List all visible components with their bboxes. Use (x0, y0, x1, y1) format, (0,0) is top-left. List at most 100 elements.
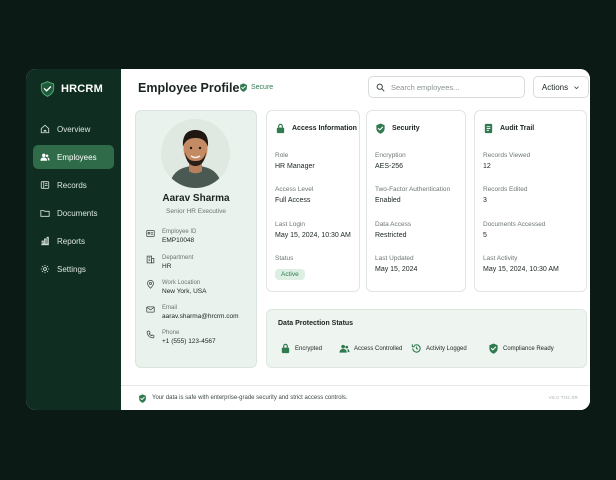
field-label: Records Viewed (483, 152, 531, 159)
page-title: Employee Profile (138, 81, 240, 95)
sidebar-item-records[interactable]: Records (33, 173, 114, 197)
main-content: Employee Profile Secure Actions (121, 69, 590, 410)
sidebar-item-label: Settings (57, 264, 86, 274)
shield-check-icon (489, 343, 498, 354)
detail-value: New York, USA (162, 288, 207, 295)
field-label: Two-Factor Authentication (375, 186, 451, 193)
field-last-login: Last Login May 15, 2024, 10:30 AM (275, 220, 351, 241)
shield-check-icon (376, 123, 385, 134)
card-header: Audit Trail (483, 123, 534, 134)
field-label: Access Level (275, 186, 314, 193)
field-label: Last Updated (375, 255, 414, 262)
field-two-factor: Two-Factor Authentication Enabled (375, 185, 450, 206)
field-records-viewed: Records Viewed 12 (483, 151, 530, 172)
location-pin-icon (147, 280, 154, 289)
secure-label: Secure (251, 84, 274, 91)
home-icon (40, 124, 50, 134)
building-icon (146, 255, 155, 264)
field-label: Last Login (275, 221, 305, 228)
sidebar-item-label: Documents (57, 208, 98, 218)
app-window: HRCRM Overview Employees Records Documen… (26, 69, 590, 410)
field-value: AES-256 (375, 163, 404, 170)
avatar (161, 119, 230, 188)
sidebar-item-employees[interactable]: Employees (33, 145, 114, 169)
detail-value: EMP10048 (162, 237, 195, 244)
field-value: 5 (483, 232, 487, 239)
sidebar-item-reports[interactable]: Reports (33, 229, 114, 253)
field-encryption: Encryption AES-256 (375, 151, 406, 172)
lock-icon (281, 343, 290, 354)
detail-phone: Phone +1 (555) 123-4567 (146, 329, 216, 346)
shield-check-icon (240, 83, 247, 92)
field-last-updated: Last Updated May 15, 2024 (375, 254, 417, 275)
brand: HRCRM (26, 81, 121, 97)
field-value: May 15, 2024, 10:30 AM (275, 232, 351, 239)
shield-check-icon (40, 81, 55, 97)
protection-item-activity-logged: Activity Logged (411, 343, 467, 354)
footer: Your data is safe with enterprise-grade … (121, 385, 590, 410)
detail-department: Department HR (146, 254, 193, 271)
field-access-level: Access Level Full Access (275, 185, 313, 206)
sidebar-item-label: Records (57, 180, 87, 190)
audit-trail-card: Audit Trail Records Viewed 12 Records Edi… (474, 110, 587, 292)
detail-value[interactable]: aarav.sharma@hrcrm.com (162, 312, 239, 321)
status-badge: Active (275, 269, 305, 280)
version-label: V6.0 TH2.0R (548, 395, 578, 400)
search-box[interactable] (368, 76, 525, 98)
sidebar-item-label: Employees (57, 152, 97, 162)
detail-label: Work Location (162, 280, 201, 286)
users-icon (339, 344, 350, 353)
chevron-down-icon (574, 85, 579, 89)
sidebar-item-settings[interactable]: Settings (33, 257, 114, 281)
field-records-edited: Records Edited 3 (483, 185, 527, 206)
sidebar-item-label: Overview (57, 124, 91, 134)
detail-email: Email aarav.sharma@hrcrm.com (146, 304, 239, 321)
access-information-card: Access Information Role HR Manager Access… (266, 110, 360, 292)
card-title: Access Information (292, 125, 357, 132)
field-status: Status Active (275, 254, 305, 281)
detail-label: Email (162, 305, 178, 311)
protection-item-compliance-ready: Compliance Ready (488, 343, 554, 354)
actions-button[interactable]: Actions (533, 76, 589, 98)
field-value: Full Access (275, 197, 311, 204)
profile-card: Aarav Sharma Senior HR Executive Employe… (135, 110, 257, 368)
field-label: Last Activity (483, 255, 518, 262)
card-header: Access Information (275, 123, 357, 134)
card-header: Security (375, 123, 420, 134)
document-list-icon (484, 123, 493, 134)
field-label: Records Edited (483, 186, 528, 193)
protection-label: Activity Logged (426, 345, 467, 352)
protection-label: Encrypted (295, 345, 323, 352)
search-input[interactable] (391, 82, 511, 92)
field-value: 12 (483, 163, 491, 170)
footer-text: Your data is safe with enterprise-grade … (152, 395, 348, 401)
sidebar-item-label: Reports (57, 236, 86, 246)
card-title: Security (392, 125, 420, 132)
field-label: Role (275, 152, 289, 159)
field-value: Enabled (375, 197, 401, 204)
detail-label: Phone (162, 330, 180, 336)
detail-label: Employee ID (162, 229, 197, 235)
sidebar: HRCRM Overview Employees Records Documen… (26, 69, 121, 410)
field-value: May 15, 2024 (375, 266, 418, 273)
detail-value[interactable]: +1 (555) 123-4567 (162, 337, 216, 346)
sidebar-item-overview[interactable]: Overview (33, 117, 114, 141)
card-title: Audit Trail (500, 125, 535, 132)
field-label: Encryption (375, 152, 406, 159)
field-documents-accessed: Documents Accessed 5 (483, 220, 546, 241)
folder-icon (40, 210, 50, 217)
phone-icon (146, 330, 155, 339)
field-value: Restricted (375, 232, 407, 239)
secure-badge: Secure (239, 83, 273, 92)
field-value: May 15, 2024, 10:30 AM (483, 266, 559, 273)
profile-name: Aarav Sharma (162, 193, 230, 204)
detail-employee-id: Employee ID EMP10048 (146, 228, 196, 245)
protection-item-access-controlled: Access Controlled (339, 343, 402, 354)
field-role: Role HR Manager (275, 151, 315, 172)
profile-role: Senior HR Executive (166, 208, 226, 215)
top-bar: Employee Profile Secure Actions (121, 69, 590, 109)
sidebar-item-documents[interactable]: Documents (33, 201, 114, 225)
field-last-activity: Last Activity May 15, 2024, 10:30 AM (483, 254, 559, 275)
history-icon (411, 344, 421, 353)
protection-label: Access Controlled (354, 345, 403, 352)
